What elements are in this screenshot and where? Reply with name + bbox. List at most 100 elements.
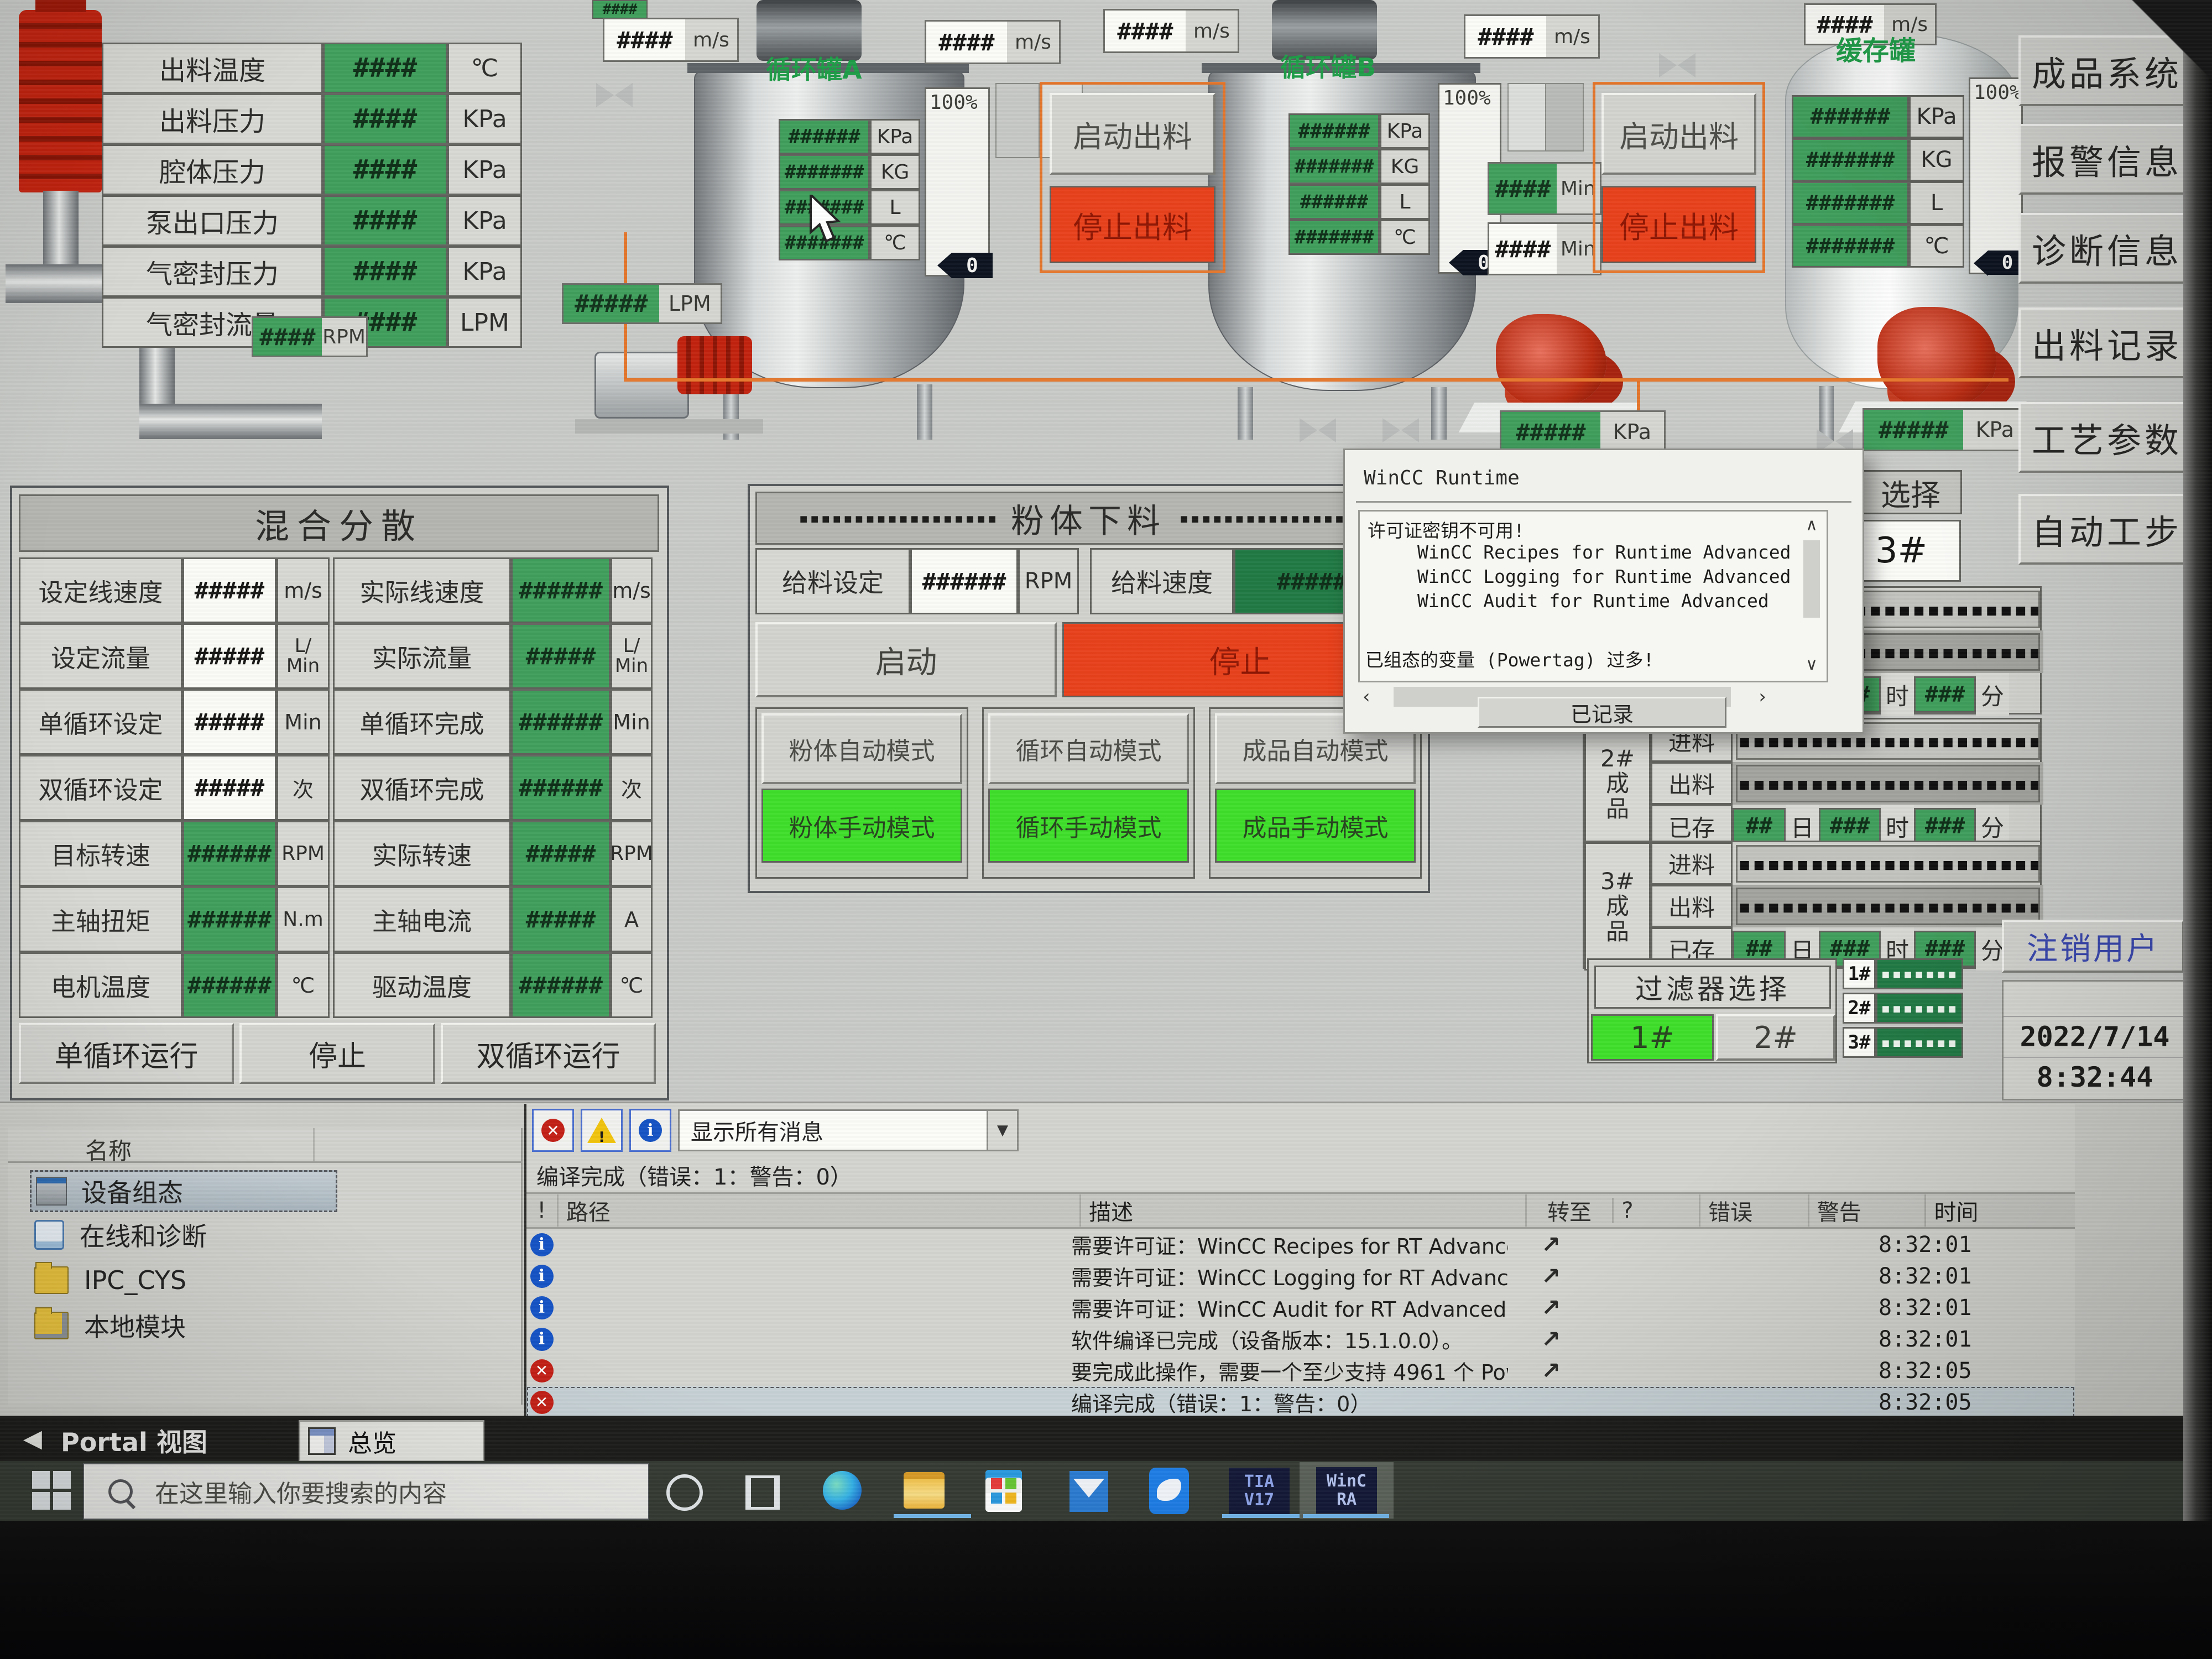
scroll-down-icon[interactable]: ∨ (1799, 652, 1824, 676)
logout-button[interactable]: 注销用户 (2002, 920, 2184, 973)
param-unit: m/s (276, 557, 330, 623)
tank-value: ####### (1792, 225, 1909, 268)
mix-stop-button[interactable]: 停止 (239, 1023, 435, 1084)
col-errors[interactable]: 错误 (1699, 1194, 1808, 1227)
goto-arrow-icon[interactable]: ↗ (1541, 1231, 1561, 1258)
wincc-ra-active-slot[interactable]: WinC RA (1300, 1462, 1394, 1519)
win-square (32, 1471, 50, 1489)
overview-tab[interactable]: 总览 (299, 1420, 484, 1462)
powder-start-button[interactable]: 启动 (755, 622, 1057, 697)
monitor-bezel-right (2183, 0, 2212, 1659)
store-tile (1005, 1478, 1016, 1489)
cycle-manual-mode-button[interactable]: 循环手动模式 (988, 789, 1189, 863)
dialog-ok-button[interactable]: 已记录 (1478, 697, 1726, 728)
message-row[interactable]: i 需要许可证：WinCC Logging for RT Advanced ↗ … (526, 1260, 2075, 1292)
message-row[interactable]: i 需要许可证：WinCC Audit for RT Advanced ↗ 8:… (526, 1292, 2075, 1323)
error-filter-button[interactable]: ✕ (532, 1109, 574, 1152)
col-time[interactable]: 时间 (1924, 1194, 2075, 1227)
hour-unit: 时 (1881, 673, 1914, 716)
message-desc: 需要许可证：WinCC Audit for RT Advanced (1071, 1292, 1508, 1323)
filter-value-dots: ▪▪▪▪▪▪▪ (1876, 1027, 1963, 1058)
col-path[interactable]: 路径 (557, 1194, 1079, 1227)
windows-start-button[interactable] (32, 1471, 71, 1510)
message-row-selected[interactable]: ✕ 编译完成（错误：1：警告：0） 8:32:05 (526, 1386, 2075, 1418)
scroll-left-icon[interactable]: ‹ (1363, 686, 1370, 708)
filter-2-button[interactable]: 2# (1716, 1014, 1835, 1061)
dialog-vscrollbar[interactable]: ∧ ∨ (1799, 513, 1824, 676)
message-filter-dropdown[interactable]: 显示所有消息 ▼ (678, 1109, 1019, 1151)
task-view-icon[interactable] (745, 1475, 780, 1510)
bird-app-icon[interactable] (1149, 1468, 1189, 1514)
param-unit: 次 (276, 755, 330, 821)
param-set-value[interactable]: ##### (182, 689, 276, 755)
sidebar-item-auto-steps[interactable]: 自动工步 (2018, 494, 2195, 565)
cycle-auto-mode-button[interactable]: 循环自动模式 (988, 713, 1189, 784)
filter-1-button[interactable]: 1# (1591, 1014, 1714, 1061)
col-severity[interactable]: ! (526, 1198, 557, 1223)
powder-auto-mode-button[interactable]: 粉体自动模式 (761, 713, 962, 784)
stop-discharge-button-2[interactable]: 停止出料 (1601, 186, 1756, 263)
tank-b-values: ######KPa #######KG ######L #######℃ (1288, 113, 1430, 255)
file-explorer-icon[interactable] (904, 1472, 945, 1509)
panel-title-bar: ▪▪▪▪▪▪▪▪▪▪▪▪▪▪▪▪▪▪▪▪ 粉体下料 ▪▪▪▪▪▪▪▪▪▪▪▪▪▪… (755, 492, 1421, 545)
edge-icon[interactable] (823, 1471, 862, 1510)
back-triangle-icon[interactable]: ◀ (23, 1425, 42, 1453)
col-warnings[interactable]: 警告 (1808, 1194, 1925, 1227)
goto-arrow-icon[interactable]: ↗ (1541, 1357, 1561, 1384)
wincc-ra-icon: WinC RA (1316, 1467, 1377, 1514)
tree-item-local-modules[interactable]: 本地模块 (30, 1306, 334, 1345)
tree-item-device-config[interactable]: 设备组态 (30, 1170, 337, 1212)
warning-filter-button[interactable]: ! (581, 1109, 623, 1152)
message-row[interactable]: i 需要许可证：WinCC Recipes for RT Advanced ↗ … (526, 1229, 2075, 1260)
message-row[interactable]: i 软件编译已完成（设备版本：15.1.0.0）。 ↗ 8:32:01 (526, 1323, 2075, 1355)
start-discharge-button-2[interactable]: 启动出料 (1601, 93, 1756, 175)
dropdown-arrow-icon[interactable]: ▼ (987, 1111, 1017, 1150)
feed-set-value[interactable]: ###### (910, 548, 1018, 614)
dialog-separator (1356, 501, 1851, 503)
param-label: 实际线速度 (333, 557, 511, 623)
sidebar-item-process-params[interactable]: 工艺参数 (2018, 402, 2195, 473)
valve-icon (1383, 418, 1419, 442)
info-filter-button[interactable]: i (629, 1109, 671, 1152)
col-goto[interactable]: 转至 (1525, 1194, 1613, 1227)
dialog-title: WinCC Runtime (1364, 467, 1520, 489)
start-discharge-button-1[interactable]: 启动出料 (1050, 93, 1215, 175)
param-value: ###### (511, 557, 611, 623)
scroll-right-icon[interactable]: › (1759, 686, 1766, 708)
cycle-timer-set[interactable]: #### (1489, 224, 1557, 274)
param-set-value[interactable]: ##### (182, 623, 276, 689)
tank-leg (1238, 387, 1253, 440)
taskbar-search-box[interactable]: 在这里输入你要搜索的内容 (83, 1463, 649, 1520)
param-set-value[interactable]: ##### (182, 557, 276, 623)
message-row[interactable]: ✕ 要完成此操作，需要一个至少支持 4961 个 PowerTag 的... ↗… (526, 1355, 2075, 1386)
goto-arrow-icon[interactable]: ↗ (1541, 1262, 1561, 1290)
double-cycle-run-button[interactable]: 双循环运行 (441, 1023, 656, 1084)
param-label: 腔体压力 (102, 144, 323, 195)
portal-view-button[interactable]: Portal 视图 (61, 1422, 207, 1459)
sidebar-item-alarm-info[interactable]: 报警信息 (2018, 124, 2195, 195)
param-unit: L/ Min (276, 623, 330, 689)
tia-v17-icon[interactable]: TIA V17 (1229, 1468, 1290, 1514)
single-cycle-run-button[interactable]: 单循环运行 (19, 1023, 234, 1084)
stop-discharge-button-1[interactable]: 停止出料 (1050, 186, 1215, 263)
param-value: ###### (182, 952, 276, 1018)
wincc-runtime-dialog: WinCC Runtime 许可证密钥不可用! WinCC Recipes fo… (1343, 448, 1864, 734)
sidebar-item-discharge-records[interactable]: 出料记录 (2018, 307, 2195, 378)
store-icon[interactable] (985, 1470, 1022, 1512)
cortana-icon[interactable] (666, 1474, 703, 1511)
tree-item-online-diag[interactable]: 在线和诊断 (30, 1215, 334, 1254)
win-square (32, 1492, 50, 1510)
vscroll-thumb[interactable] (1803, 540, 1820, 618)
col-description[interactable]: 描述 (1079, 1194, 1525, 1227)
record-dots: ▪▪▪▪▪▪▪▪▪▪▪▪▪▪▪▪▪▪▪▪▪▪ (1736, 765, 2040, 802)
param-set-value[interactable]: ##### (182, 755, 276, 821)
goto-arrow-icon[interactable]: ↗ (1541, 1294, 1561, 1321)
scroll-up-icon[interactable]: ∧ (1799, 513, 1824, 537)
product-manual-mode-button[interactable]: 成品手动模式 (1215, 789, 1416, 863)
col-question[interactable]: ? (1612, 1198, 1699, 1223)
tree-item-ipc[interactable]: IPC_CYS (30, 1261, 334, 1300)
powder-manual-mode-button[interactable]: 粉体手动模式 (761, 789, 962, 863)
goto-arrow-icon[interactable]: ↗ (1541, 1326, 1561, 1353)
sidebar-item-diagnostic-info[interactable]: 诊断信息 (2018, 213, 2195, 284)
mail-icon[interactable] (1070, 1471, 1108, 1512)
